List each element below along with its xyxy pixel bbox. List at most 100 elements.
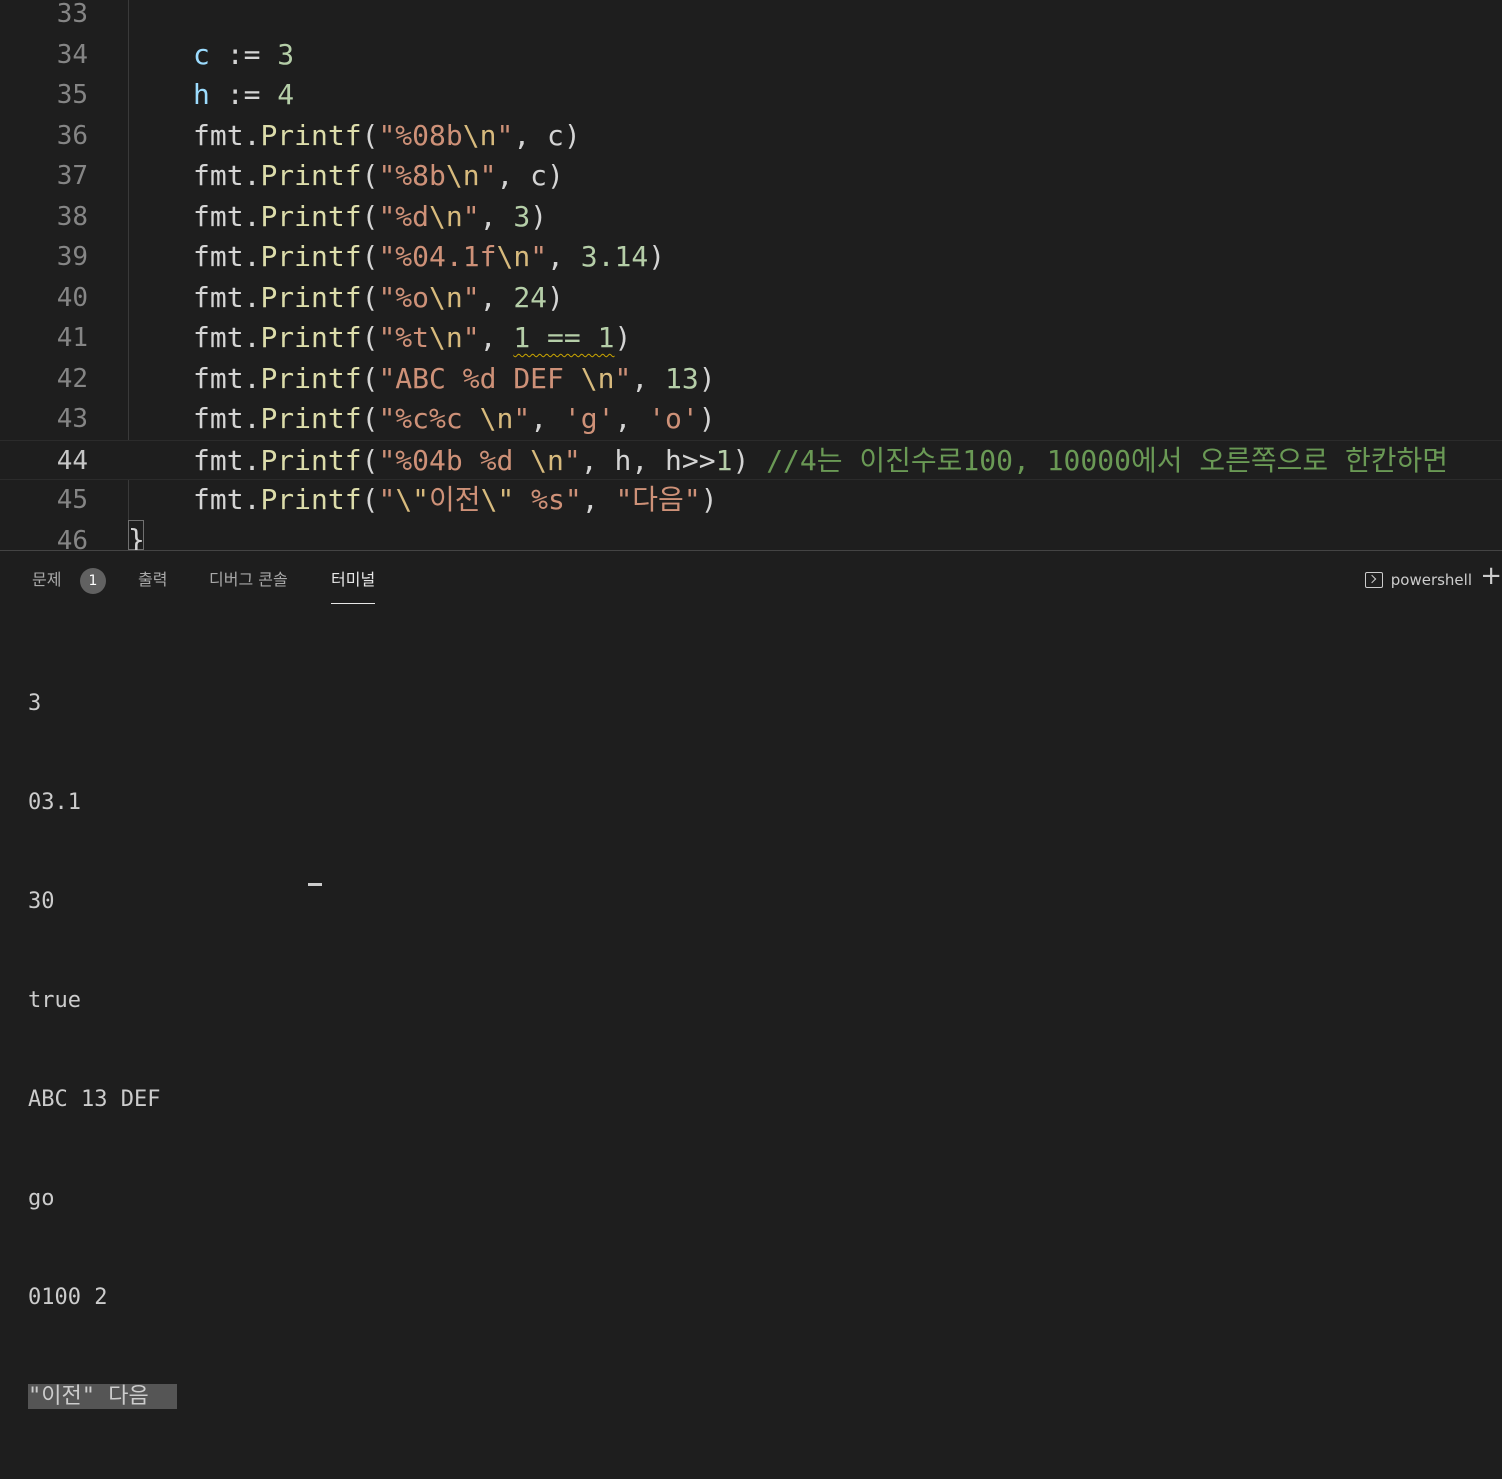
new-terminal-plus-icon[interactable]: + bbox=[1480, 563, 1502, 589]
code-token: Printf bbox=[260, 402, 362, 435]
code-token: ( bbox=[361, 199, 379, 233]
code-token: \n bbox=[429, 321, 463, 354]
line-number: 38 bbox=[56, 201, 88, 232]
code-token: , bbox=[547, 240, 581, 273]
code-line[interactable]: 40 fmt.Printf("%o\n", 24) bbox=[0, 278, 1502, 318]
code-line[interactable]: 44 fmt.Printf("%04b %d \n", h, h>>1) //4는… bbox=[0, 439, 1502, 481]
code-token: := bbox=[209, 37, 278, 71]
code-line[interactable]: 41 fmt.Printf("%t\n", 1 == 1) bbox=[0, 318, 1502, 358]
code-token: ) bbox=[530, 199, 548, 233]
code-token: , bbox=[479, 199, 514, 233]
code-token: " bbox=[563, 443, 581, 477]
code-line[interactable]: 42 fmt.Printf("ABC %d DEF \n", 13) bbox=[0, 359, 1502, 399]
code-token: 4 bbox=[277, 78, 295, 111]
code-token: h bbox=[193, 78, 210, 111]
code-token: ( bbox=[361, 280, 379, 314]
code-token: "ABC %d DEF bbox=[378, 361, 581, 395]
code-token: fmt. bbox=[193, 280, 261, 314]
code-line[interactable]: 43 fmt.Printf("%c%c \n", 'g', 'o') bbox=[0, 399, 1502, 439]
code-line[interactable]: 34 c := 3 bbox=[0, 35, 1502, 75]
code-text: fmt.Printf("\"이전\" %s", "다음") bbox=[193, 480, 718, 520]
code-token: "%8b bbox=[378, 159, 446, 192]
code-token: ) bbox=[698, 402, 716, 435]
terminal-shell-selector[interactable]: powershell bbox=[1364, 567, 1472, 593]
code-editor[interactable]: 33 34 c := 3 35 h := 4 36 fmt.Printf("%08b\n",… bbox=[0, 0, 1502, 550]
code-token: Printf bbox=[260, 361, 362, 395]
code-token: fmt. bbox=[193, 199, 261, 233]
terminal-line: 0100 2 bbox=[28, 1285, 108, 1310]
code-line[interactable]: 38 fmt.Printf("%d\n", 3) bbox=[0, 197, 1502, 237]
code-line[interactable]: 37 fmt.Printf("%8b\n", c) bbox=[0, 156, 1502, 196]
closing-brace: } bbox=[128, 523, 145, 550]
code-token: fmt. bbox=[193, 443, 261, 477]
code-token: "%08b bbox=[378, 118, 463, 152]
terminal-line: go bbox=[28, 1186, 55, 1211]
code-token: ) bbox=[700, 483, 718, 516]
line-number: 45 bbox=[56, 485, 88, 515]
tab-terminal[interactable]: 터미널 bbox=[331, 567, 376, 604]
code-token: "%t bbox=[378, 321, 430, 354]
terminal-output[interactable]: 3 03.1 30 true ABC 13 DEF go 0100 2 "이전"… bbox=[28, 621, 177, 1479]
code-token: " bbox=[496, 118, 514, 152]
code-token: " bbox=[479, 159, 497, 192]
code-text: fmt.Printf("%04b %d \n", h, h>>1) //4는 이… bbox=[193, 441, 1448, 481]
code-token: "%o bbox=[378, 280, 430, 314]
code-token: fmt. bbox=[193, 240, 261, 273]
code-line[interactable]: 46 bbox=[0, 521, 1502, 551]
code-text: h := 4 bbox=[193, 75, 294, 115]
terminal-line: true bbox=[28, 988, 81, 1013]
code-text: fmt.Printf("%d\n", 3) bbox=[193, 197, 547, 237]
code-token: 이전 bbox=[429, 483, 481, 516]
code-token: " bbox=[530, 240, 548, 273]
line-number: 33 bbox=[56, 0, 88, 29]
code-token: %s" bbox=[514, 483, 582, 516]
shell-label: powershell bbox=[1390, 571, 1472, 589]
code-token: " bbox=[378, 483, 396, 516]
code-token: := bbox=[209, 78, 278, 111]
code-line[interactable]: 35 h := 4 bbox=[0, 75, 1502, 115]
code-text: fmt.Printf("%08b\n", c) bbox=[193, 116, 581, 156]
code-text: fmt.Printf("%04.1f\n", 3.14) bbox=[193, 237, 665, 277]
tab-problems[interactable]: 문제 bbox=[32, 567, 61, 603]
code-line[interactable]: 45 fmt.Printf("\"이전\" %s", "다음") bbox=[0, 480, 1502, 520]
code-token: ( bbox=[361, 402, 379, 435]
code-token: c bbox=[193, 37, 210, 71]
line-number: 36 bbox=[56, 120, 88, 151]
terminal-line: 03.1 bbox=[28, 790, 81, 815]
code-token: fmt. bbox=[193, 483, 261, 516]
code-token: "다음" bbox=[615, 483, 701, 516]
terminal-selected-line: "이전" 다음 bbox=[28, 1384, 177, 1409]
code-token: , h, h>> bbox=[580, 443, 716, 477]
code-token: , c) bbox=[513, 118, 581, 152]
code-token: \n bbox=[429, 280, 463, 314]
code-token: 'g' bbox=[563, 402, 615, 435]
line-number: 41 bbox=[56, 323, 88, 353]
code-token: \" bbox=[480, 483, 515, 516]
code-line[interactable]: 36 fmt.Printf("%08b\n", c) bbox=[0, 116, 1502, 156]
tab-output[interactable]: 출력 bbox=[138, 567, 167, 603]
code-text: fmt.Printf("%c%c \n", 'g', 'o') bbox=[193, 399, 716, 439]
code-token: ) bbox=[614, 321, 632, 354]
code-token: ) bbox=[732, 443, 767, 477]
tab-debug-console[interactable]: 디버그 콘솔 bbox=[209, 567, 288, 603]
code-token: ( bbox=[361, 483, 379, 516]
code-token: " bbox=[614, 361, 632, 395]
code-text: fmt.Printf("%t\n", 1 == 1) bbox=[193, 318, 631, 358]
code-token: 3 bbox=[277, 37, 295, 71]
code-token: //4는 이진수로100, 10000에서 오른쪽으로 한칸하면 bbox=[766, 443, 1449, 477]
code-token: ( bbox=[361, 240, 379, 273]
line-number: 35 bbox=[56, 80, 88, 110]
code-line[interactable]: 39 fmt.Printf("%04.1f\n", 3.14) bbox=[0, 237, 1502, 277]
line-number: 39 bbox=[56, 242, 88, 272]
code-token: \n bbox=[580, 361, 615, 395]
code-token: ( bbox=[361, 159, 379, 192]
code-token: , bbox=[631, 361, 666, 395]
code-token: 'o' bbox=[648, 402, 699, 435]
code-line[interactable]: 33 bbox=[0, 0, 1502, 34]
terminal-icon bbox=[1364, 572, 1383, 588]
code-token: \" bbox=[395, 483, 430, 516]
code-token: 3.14 bbox=[580, 240, 649, 273]
code-token: ) bbox=[698, 361, 716, 395]
code-token: "%04.1f bbox=[378, 240, 497, 273]
code-token: \n bbox=[530, 443, 564, 477]
